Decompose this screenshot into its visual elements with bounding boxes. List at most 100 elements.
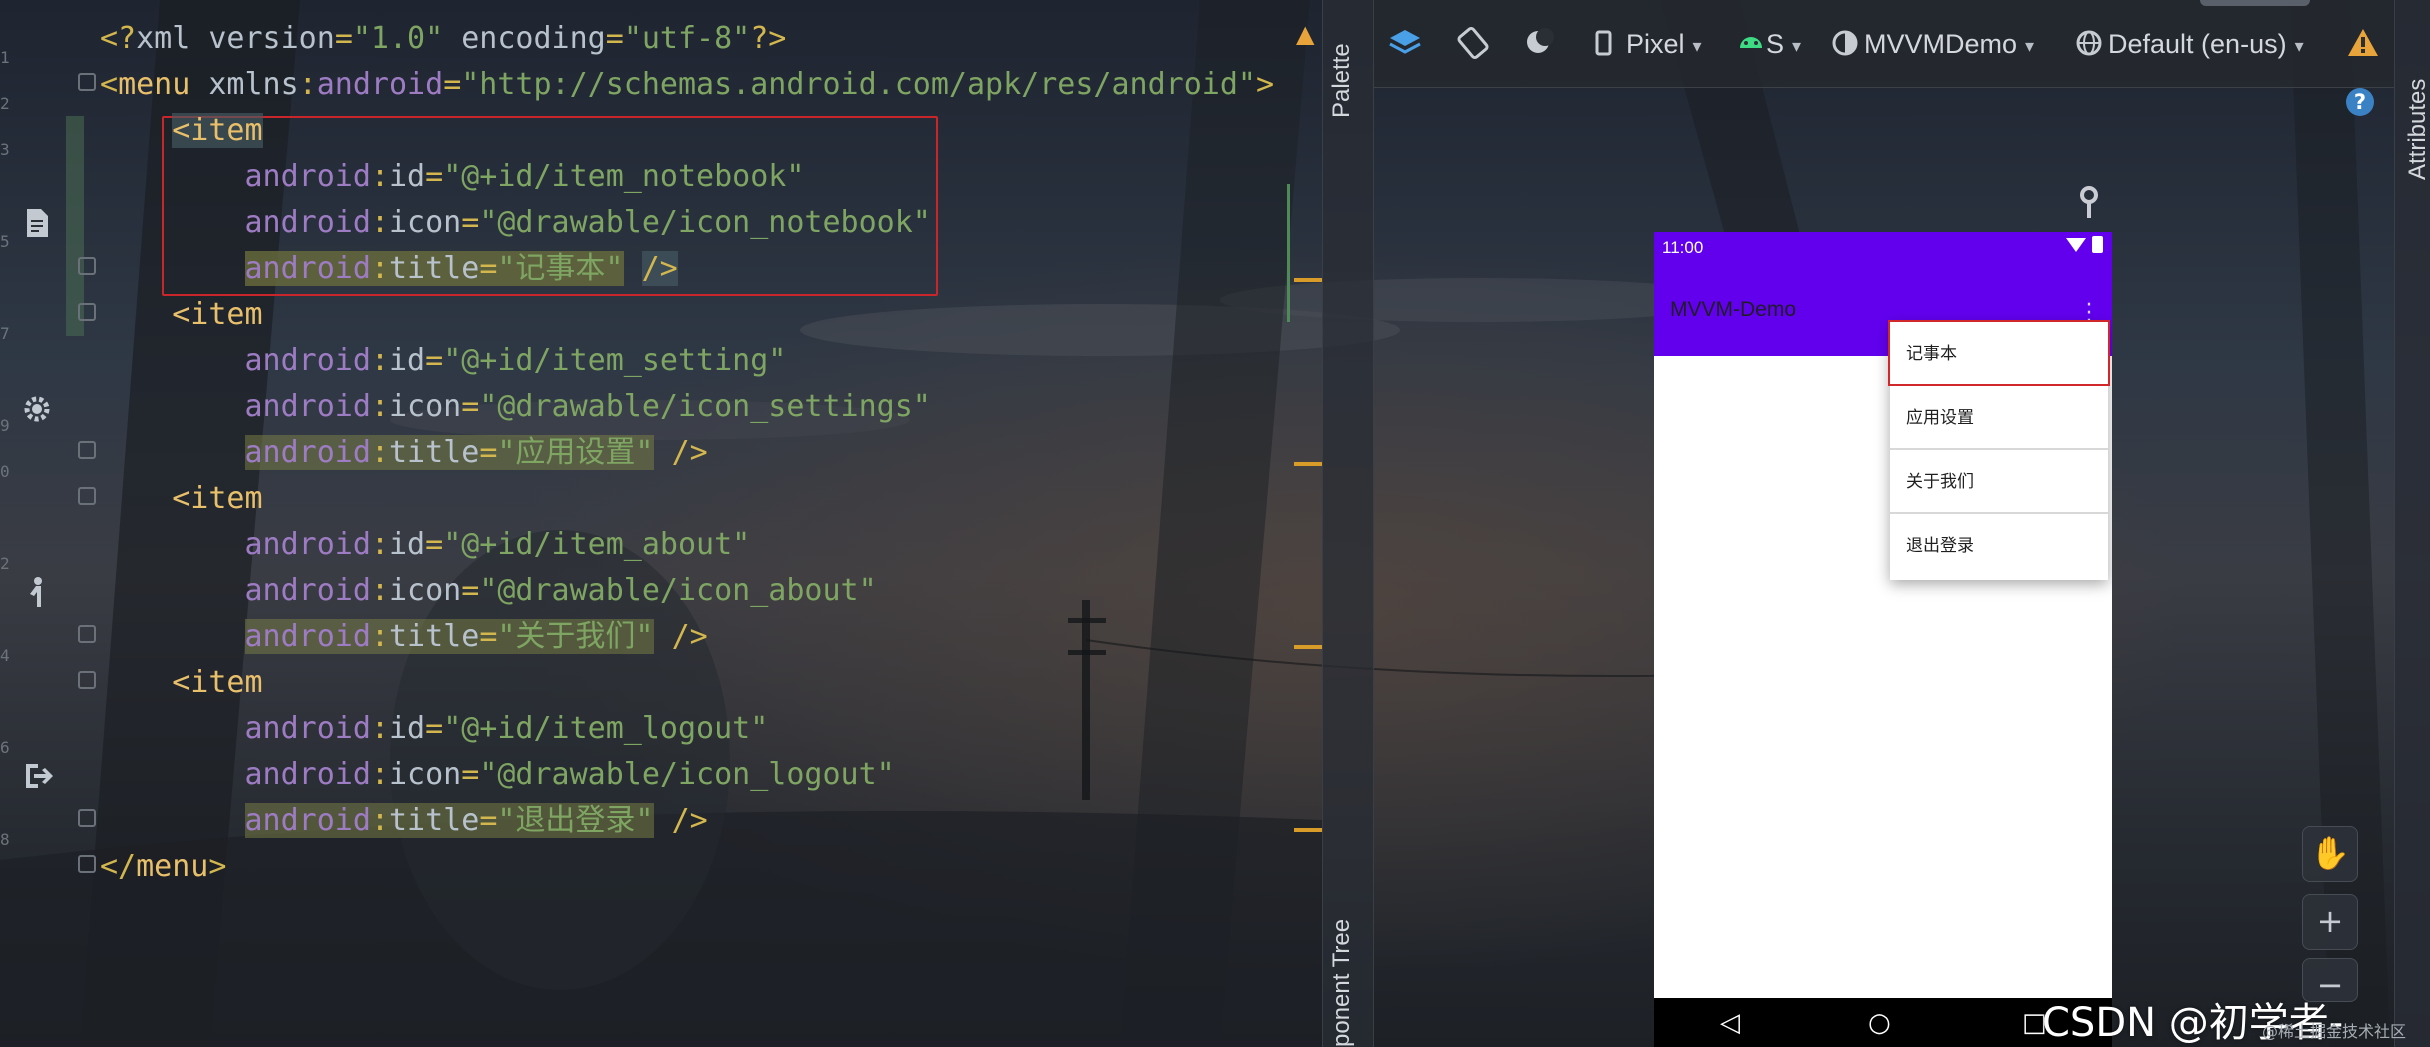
line-number: 7 <box>0 324 10 343</box>
fold-toggle[interactable] <box>78 809 96 827</box>
code-line[interactable]: android:icon="@drawable/icon_about" <box>100 568 1274 614</box>
code-token: android <box>244 343 371 378</box>
code-token: "@drawable/icon_notebook" <box>479 205 931 240</box>
code-token: menu <box>118 67 191 102</box>
chevron-down-icon: ▾ <box>1692 35 1702 56</box>
code-line[interactable]: android:icon="@drawable/icon_settings" <box>100 384 1274 430</box>
about-icon[interactable] <box>20 575 54 609</box>
code-line[interactable]: android:title="退出登录" /> <box>100 798 1274 844</box>
code-token: <? <box>100 21 137 56</box>
wrench-icon[interactable] <box>2074 186 2104 227</box>
code-line[interactable]: <item <box>100 108 1274 154</box>
code-token: < <box>100 67 119 102</box>
help-icon[interactable]: ? <box>2346 88 2374 116</box>
code-text[interactable]: <?xml version="1.0" encoding="utf-8"?> <m… <box>100 16 1274 890</box>
code-token: "退出登录" <box>497 803 654 838</box>
zoom-in-icon[interactable]: + <box>2302 894 2358 950</box>
back-icon[interactable]: ◁ <box>1720 1008 1740 1038</box>
home-icon[interactable]: ○ <box>1868 1008 1891 1038</box>
palette-tab[interactable]: Palette <box>1328 43 1356 118</box>
code-line[interactable]: android:id="@+id/item_logout" <box>100 706 1274 752</box>
code-line[interactable]: android:title="关于我们" /> <box>100 614 1274 660</box>
menu-item-about[interactable]: 关于我们 <box>1890 450 2108 514</box>
warning-marker[interactable] <box>1294 645 1322 649</box>
code-token: icon <box>389 573 462 608</box>
menu-item-label: 关于我们 <box>1906 472 1974 492</box>
code-line[interactable]: android:id="@+id/item_setting" <box>100 338 1274 384</box>
warning-marker[interactable] <box>1294 462 1322 466</box>
code-line[interactable]: android:title="记事本" /> <box>100 246 1274 292</box>
code-token: = <box>443 67 462 102</box>
fold-toggle[interactable] <box>78 257 96 275</box>
fold-toggle[interactable] <box>78 625 96 643</box>
code-line[interactable]: <item <box>100 476 1274 522</box>
android-icon[interactable] <box>1732 24 1770 62</box>
code-editor[interactable]: 1 2 3 5 7 9 0 2 4 6 8 <?xml version="1.0 <box>0 0 1322 1047</box>
code-token: id <box>389 711 426 746</box>
warning-icon[interactable] <box>2344 24 2382 62</box>
design-surface-icon[interactable] <box>1386 24 1424 62</box>
theme-selector[interactable]: MVVMDemo ▾ <box>1864 26 2034 62</box>
code-token: = <box>479 435 498 470</box>
menu-item-logout[interactable]: 退出登录 <box>1890 514 2108 578</box>
fold-toggle[interactable] <box>78 303 96 321</box>
code-line[interactable]: <item <box>100 292 1274 338</box>
tool-window-strip <box>1322 0 1374 1047</box>
settings-icon[interactable] <box>20 392 54 426</box>
line-number: 2 <box>0 94 10 113</box>
status-time: 11:00 <box>1662 238 1704 257</box>
code-token: icon <box>389 389 462 424</box>
top-strip-button[interactable] <box>2200 0 2310 6</box>
attributes-tab[interactable]: Attributes <box>2404 79 2430 180</box>
theme-icon[interactable] <box>1826 24 1864 62</box>
orientation-icon[interactable] <box>1454 24 1492 62</box>
device-icon[interactable] <box>1584 24 1622 62</box>
code-line[interactable]: android:icon="@drawable/icon_logout" <box>100 752 1274 798</box>
fold-toggle[interactable] <box>78 441 96 459</box>
fold-toggle[interactable] <box>78 487 96 505</box>
night-mode-icon[interactable] <box>1520 24 1558 62</box>
code-line[interactable]: <item <box>100 660 1274 706</box>
menu-item-settings[interactable]: 应用设置 <box>1890 386 2108 450</box>
warning-icon[interactable]: ▲ <box>1296 20 1314 48</box>
component-tree-tab[interactable]: ponent Tree <box>1328 919 1356 1047</box>
code-line[interactable]: android:icon="@drawable/icon_notebook" <box>100 200 1274 246</box>
pan-icon[interactable]: ✋ <box>2302 826 2358 882</box>
code-line[interactable]: android:id="@+id/item_notebook" <box>100 154 1274 200</box>
globe-icon[interactable] <box>2070 24 2108 62</box>
line-number: 4 <box>0 646 10 665</box>
code-token: icon <box>389 757 462 792</box>
notebook-icon[interactable] <box>20 206 54 240</box>
code-line[interactable]: <?xml version="1.0" encoding="utf-8"?> <box>100 16 1274 62</box>
code-token: /> <box>641 251 678 286</box>
code-line[interactable]: <menu xmlns:android="http://schemas.andr… <box>100 62 1274 108</box>
code-line[interactable]: android:title="应用设置" /> <box>100 430 1274 476</box>
code-line[interactable]: </menu> <box>100 844 1274 890</box>
code-token: : <box>370 711 389 746</box>
line-number: 1 <box>0 48 10 67</box>
warning-marker[interactable] <box>1294 828 1322 832</box>
code-token: : <box>370 619 389 654</box>
menu-item-notebook[interactable]: 记事本 <box>1888 320 2110 386</box>
fold-toggle[interactable] <box>78 855 96 873</box>
device-selector[interactable]: Pixel ▾ <box>1626 26 1702 62</box>
code-line[interactable]: android:id="@+id/item_about" <box>100 522 1274 568</box>
code-token: android <box>244 159 371 194</box>
code-token: : <box>370 527 389 562</box>
fold-toggle[interactable] <box>78 671 96 689</box>
code-token: "@drawable/icon_logout" <box>479 757 895 792</box>
logout-icon[interactable] <box>20 759 54 793</box>
api-level-selector[interactable]: S ▾ <box>1766 26 1801 62</box>
fold-toggle[interactable] <box>78 73 96 91</box>
code-token: title <box>389 251 480 286</box>
device-preview[interactable]: 11:00 MVVM-Demo ··· 记事本 应用设置 关于我们 退出登录 ◁… <box>1654 232 2112 1047</box>
code-token: android <box>244 205 371 240</box>
locale-selector[interactable]: Default (en-us) ▾ <box>2108 26 2304 62</box>
warning-marker[interactable] <box>1294 278 1322 282</box>
code-token: "utf-8" <box>623 21 751 56</box>
